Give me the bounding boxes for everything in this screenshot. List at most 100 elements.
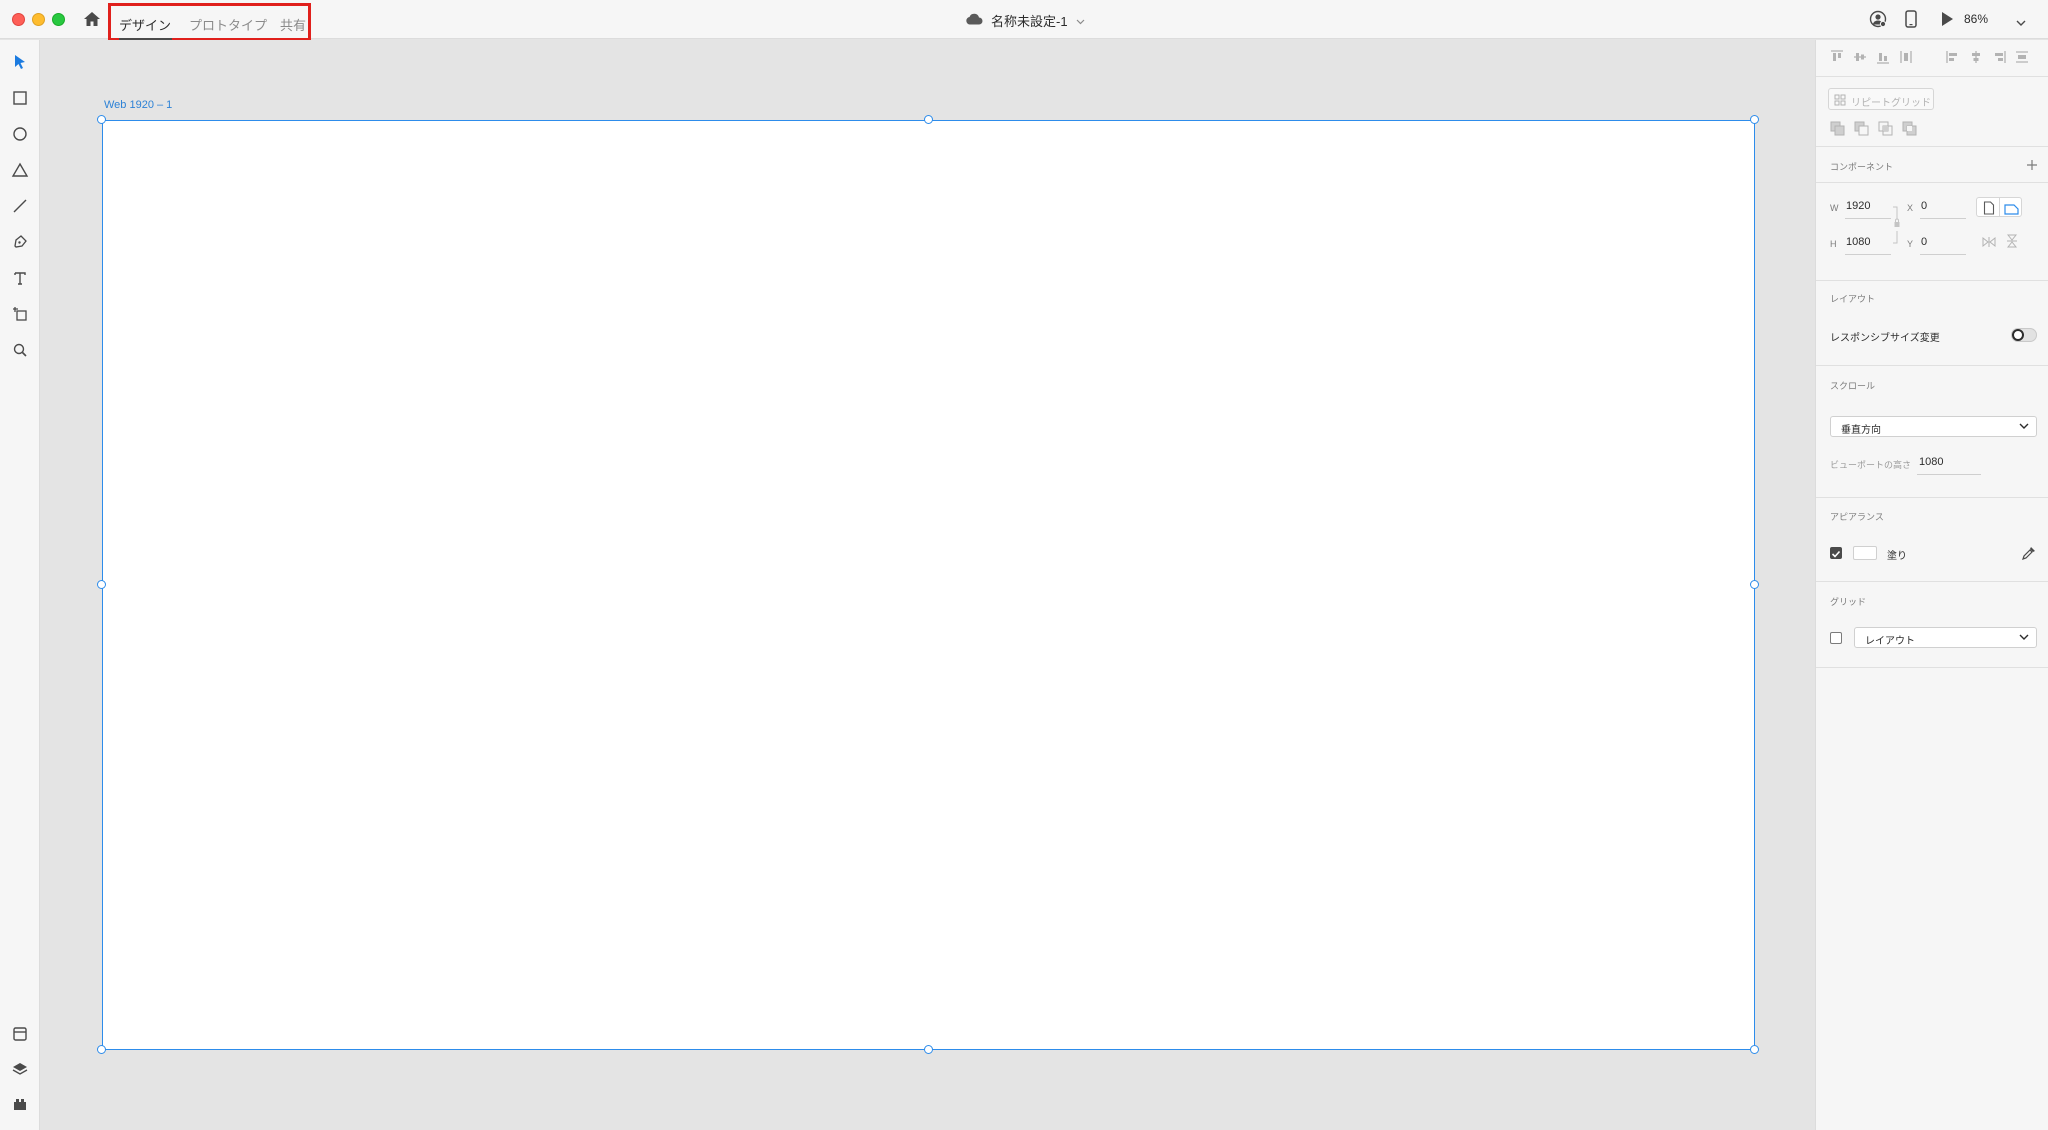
home-icon[interactable] (82, 10, 102, 28)
y-field-underline (1920, 254, 1966, 255)
device-preview-icon[interactable] (1905, 10, 1917, 33)
resize-handle-top-right[interactable] (1750, 115, 1759, 124)
assets-icon[interactable] (10, 1024, 30, 1044)
artboard-tool-icon[interactable] (10, 304, 30, 324)
divider (1816, 365, 2048, 366)
close-window-button[interactable] (12, 13, 25, 26)
portrait-icon[interactable] (1983, 201, 1995, 220)
distribute-horizontal-icon[interactable] (2015, 50, 2029, 69)
lock-aspect-icon[interactable] (1892, 205, 1902, 250)
chevron-down-icon (2019, 422, 2029, 433)
zoom-tool-icon[interactable] (10, 340, 30, 360)
align-right-icon[interactable] (1992, 50, 2006, 69)
repeat-grid-button[interactable]: リピートグリッド (1828, 88, 1934, 110)
play-icon[interactable] (1940, 10, 1954, 33)
grid-header: グリッド (1830, 597, 1867, 607)
viewport-height-label: ビューポートの高さ (1830, 460, 1912, 470)
viewport-height-underline (1917, 474, 1981, 475)
resize-handle-right[interactable] (1750, 580, 1759, 589)
scroll-header: スクロール (1830, 381, 1876, 391)
resize-handle-bottom-left[interactable] (97, 1045, 106, 1054)
distribute-vertical-icon[interactable] (1899, 50, 1913, 69)
toggle-knob (2012, 329, 2024, 341)
line-tool-icon[interactable] (10, 196, 30, 216)
width-field-underline (1845, 218, 1891, 219)
document-title-menu[interactable]: 名称未設定-1 (965, 10, 1085, 30)
artboard[interactable] (102, 120, 1755, 1050)
align-left-icon[interactable] (1946, 50, 1960, 69)
add-component-icon[interactable] (2026, 158, 2038, 176)
align-center-icon[interactable] (1969, 50, 1983, 69)
tab-prototype[interactable]: プロトタイプ (189, 15, 267, 34)
layers-icon[interactable] (10, 1059, 30, 1079)
tab-share[interactable]: 共有 (280, 15, 306, 34)
x-label: X (1907, 203, 1914, 213)
responsive-resize-label: レスポンシブサイズ変更 (1830, 333, 1940, 344)
divider (1816, 581, 2048, 582)
divider (1816, 280, 2048, 281)
divider (1816, 497, 2048, 498)
align-bottom-icon[interactable] (1876, 50, 1890, 69)
canvas-area[interactable]: Web 1920 – 1 (41, 40, 1815, 1130)
width-field[interactable]: 1920 (1846, 200, 1870, 212)
divider (1816, 667, 2048, 668)
rectangle-tool-icon[interactable] (10, 88, 30, 108)
resize-handle-left[interactable] (97, 580, 106, 589)
x-field[interactable]: 0 (1921, 200, 1927, 212)
pen-tool-icon[interactable] (10, 232, 30, 252)
height-field-underline (1845, 254, 1891, 255)
title-bar: デザイン プロトタイプ 共有 名称未設定-1 86% (0, 0, 2048, 41)
components-header: コンポーネント (1830, 162, 1894, 172)
fill-checkbox[interactable] (1830, 547, 1842, 559)
boolean-add-icon[interactable] (1830, 121, 1845, 141)
minimize-window-button[interactable] (32, 13, 45, 26)
resize-handle-top[interactable] (924, 115, 933, 124)
scroll-direction-select[interactable]: 垂直方向 (1830, 416, 2037, 437)
eyedropper-icon[interactable] (2021, 545, 2037, 566)
align-top-icon[interactable] (1830, 50, 1844, 69)
y-label: Y (1907, 239, 1914, 249)
resize-handle-bottom-right[interactable] (1750, 1045, 1759, 1054)
zoom-level[interactable]: 86% (1964, 12, 1988, 26)
workspace-mode-tabs: デザイン プロトタイプ 共有 (108, 3, 311, 41)
document-title: 名称未設定-1 (991, 13, 1068, 29)
boolean-exclude-icon[interactable] (1902, 121, 1917, 141)
y-field[interactable]: 0 (1921, 236, 1927, 248)
check-icon (1831, 550, 1841, 558)
text-tool-icon[interactable] (10, 268, 30, 288)
repeat-grid-label: リピートグリッド (1851, 98, 1931, 109)
fill-color-swatch[interactable] (1853, 546, 1877, 560)
grid-checkbox[interactable] (1830, 632, 1842, 644)
property-inspector: リピートグリッド コンポーネント W 1920 H 1080 X 0 Y 0 レ… (1815, 40, 2048, 1130)
zoom-window-button[interactable] (52, 13, 65, 26)
landscape-icon[interactable] (2004, 202, 2019, 220)
grid-type-select[interactable]: レイアウト (1854, 627, 2037, 648)
x-field-underline (1920, 218, 1966, 219)
orientation-toggle (1976, 197, 2022, 217)
divider (1816, 182, 2048, 183)
tab-design[interactable]: デザイン (119, 15, 171, 34)
user-icon[interactable] (1869, 10, 1887, 33)
boolean-subtract-icon[interactable] (1854, 121, 1869, 141)
responsive-resize-toggle[interactable] (2011, 328, 2037, 342)
ellipse-tool-icon[interactable] (10, 124, 30, 144)
select-tool-icon[interactable] (10, 52, 30, 72)
left-toolbar (0, 40, 40, 1130)
grid-type-value: レイアウト (1865, 636, 1915, 647)
chevron-down-icon (2019, 633, 2029, 644)
resize-handle-top-left[interactable] (97, 115, 106, 124)
cloud-icon (965, 13, 983, 28)
zoom-chevron-down-icon[interactable] (2016, 14, 2026, 32)
boolean-intersect-icon[interactable] (1878, 121, 1893, 141)
fill-label: 塗り (1887, 551, 1907, 562)
artboard-label[interactable]: Web 1920 – 1 (104, 99, 172, 111)
repeat-grid-icon (1834, 93, 1846, 111)
flip-vertical-icon[interactable] (2006, 234, 2018, 253)
resize-handle-bottom[interactable] (924, 1045, 933, 1054)
height-field[interactable]: 1080 (1846, 236, 1870, 248)
plugins-icon[interactable] (10, 1094, 30, 1114)
flip-horizontal-icon[interactable] (1982, 235, 1996, 253)
polygon-tool-icon[interactable] (10, 160, 30, 180)
align-middle-icon[interactable] (1853, 50, 1867, 69)
viewport-height-field[interactable]: 1080 (1919, 456, 1943, 468)
